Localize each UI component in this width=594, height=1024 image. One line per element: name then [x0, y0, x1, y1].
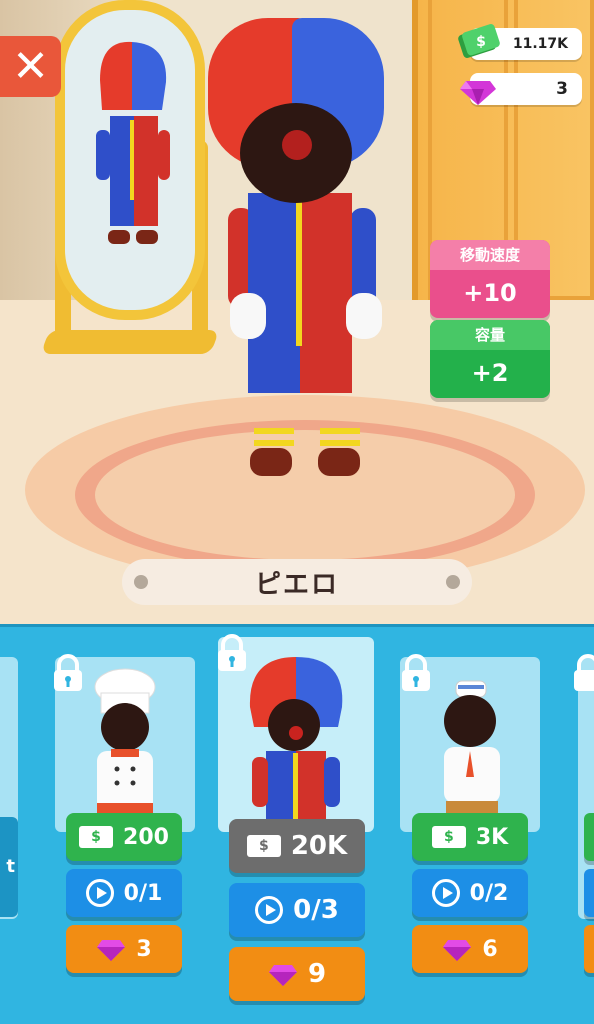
play-icon	[255, 896, 284, 924]
lock-icon	[218, 634, 246, 671]
mirror-reflection	[96, 41, 170, 244]
buy-with-gems-button[interactable]: 6	[412, 925, 528, 973]
side-tab[interactable]: t	[0, 817, 18, 917]
character-preview-scene: ✕ $ 11.17K 3 移動速度 +10 容量 +2 ピエロ	[0, 0, 594, 624]
cash-icon	[79, 826, 114, 848]
cash-amount: 11.17K	[512, 36, 568, 52]
gem-icon	[460, 81, 496, 105]
watch-ad-button[interactable]: 0/2	[412, 869, 528, 917]
lock-icon	[402, 654, 430, 691]
costume-shop: t $ 200 0/1 3 $ 20K 0/3 9 $ 3K 0/2 6	[0, 624, 594, 1024]
lock-icon	[574, 654, 594, 691]
capacity-stat-label: 容量	[430, 320, 550, 350]
capacity-stat-value: +2	[471, 359, 509, 387]
chef-costume-preview	[94, 668, 156, 825]
cook-costume-preview	[444, 680, 500, 823]
gem-icon	[97, 940, 126, 961]
cash-counter: $ 11.17K	[458, 24, 582, 60]
gem-amount: 3	[556, 79, 568, 99]
clown-costume-preview	[249, 657, 343, 827]
play-icon	[85, 879, 114, 907]
speed-stat-value: +10	[463, 279, 517, 307]
character-name: ピエロ	[254, 569, 339, 600]
character-name-pill: ピエロ	[122, 559, 472, 605]
clown-character	[200, 8, 400, 488]
capacity-stat-card: 容量 +2	[430, 320, 550, 398]
gem-counter: 3	[460, 73, 582, 105]
watch-ad-button-partial[interactable]	[584, 869, 594, 917]
cash-icon: $	[458, 24, 500, 58]
play-icon	[431, 879, 460, 907]
buy-with-gems-button[interactable]: 3	[66, 925, 182, 973]
buy-with-cash-button[interactable]: 20K	[229, 819, 365, 873]
gem-icon	[268, 965, 297, 986]
buy-with-gems-button[interactable]: 9	[229, 947, 365, 1001]
watch-ad-button[interactable]: 0/3	[229, 883, 365, 937]
speed-stat-label: 移動速度	[430, 240, 550, 270]
speed-stat-card: 移動速度 +10	[430, 240, 550, 318]
buy-with-gems-button-partial[interactable]	[584, 925, 594, 973]
close-button[interactable]: ✕	[0, 36, 61, 97]
cash-icon	[431, 826, 466, 848]
buy-with-cash-button[interactable]: 200	[66, 813, 182, 861]
mirror-stand	[40, 330, 220, 354]
close-icon: ✕	[12, 40, 49, 92]
watch-ad-button[interactable]: 0/1	[66, 869, 182, 917]
cash-icon	[246, 835, 281, 857]
svg-text:$: $	[476, 34, 486, 50]
lock-icon	[54, 654, 82, 691]
buy-with-cash-button-partial[interactable]	[584, 813, 594, 861]
gem-icon	[443, 940, 472, 961]
buy-with-cash-button[interactable]: 3K	[412, 813, 528, 861]
